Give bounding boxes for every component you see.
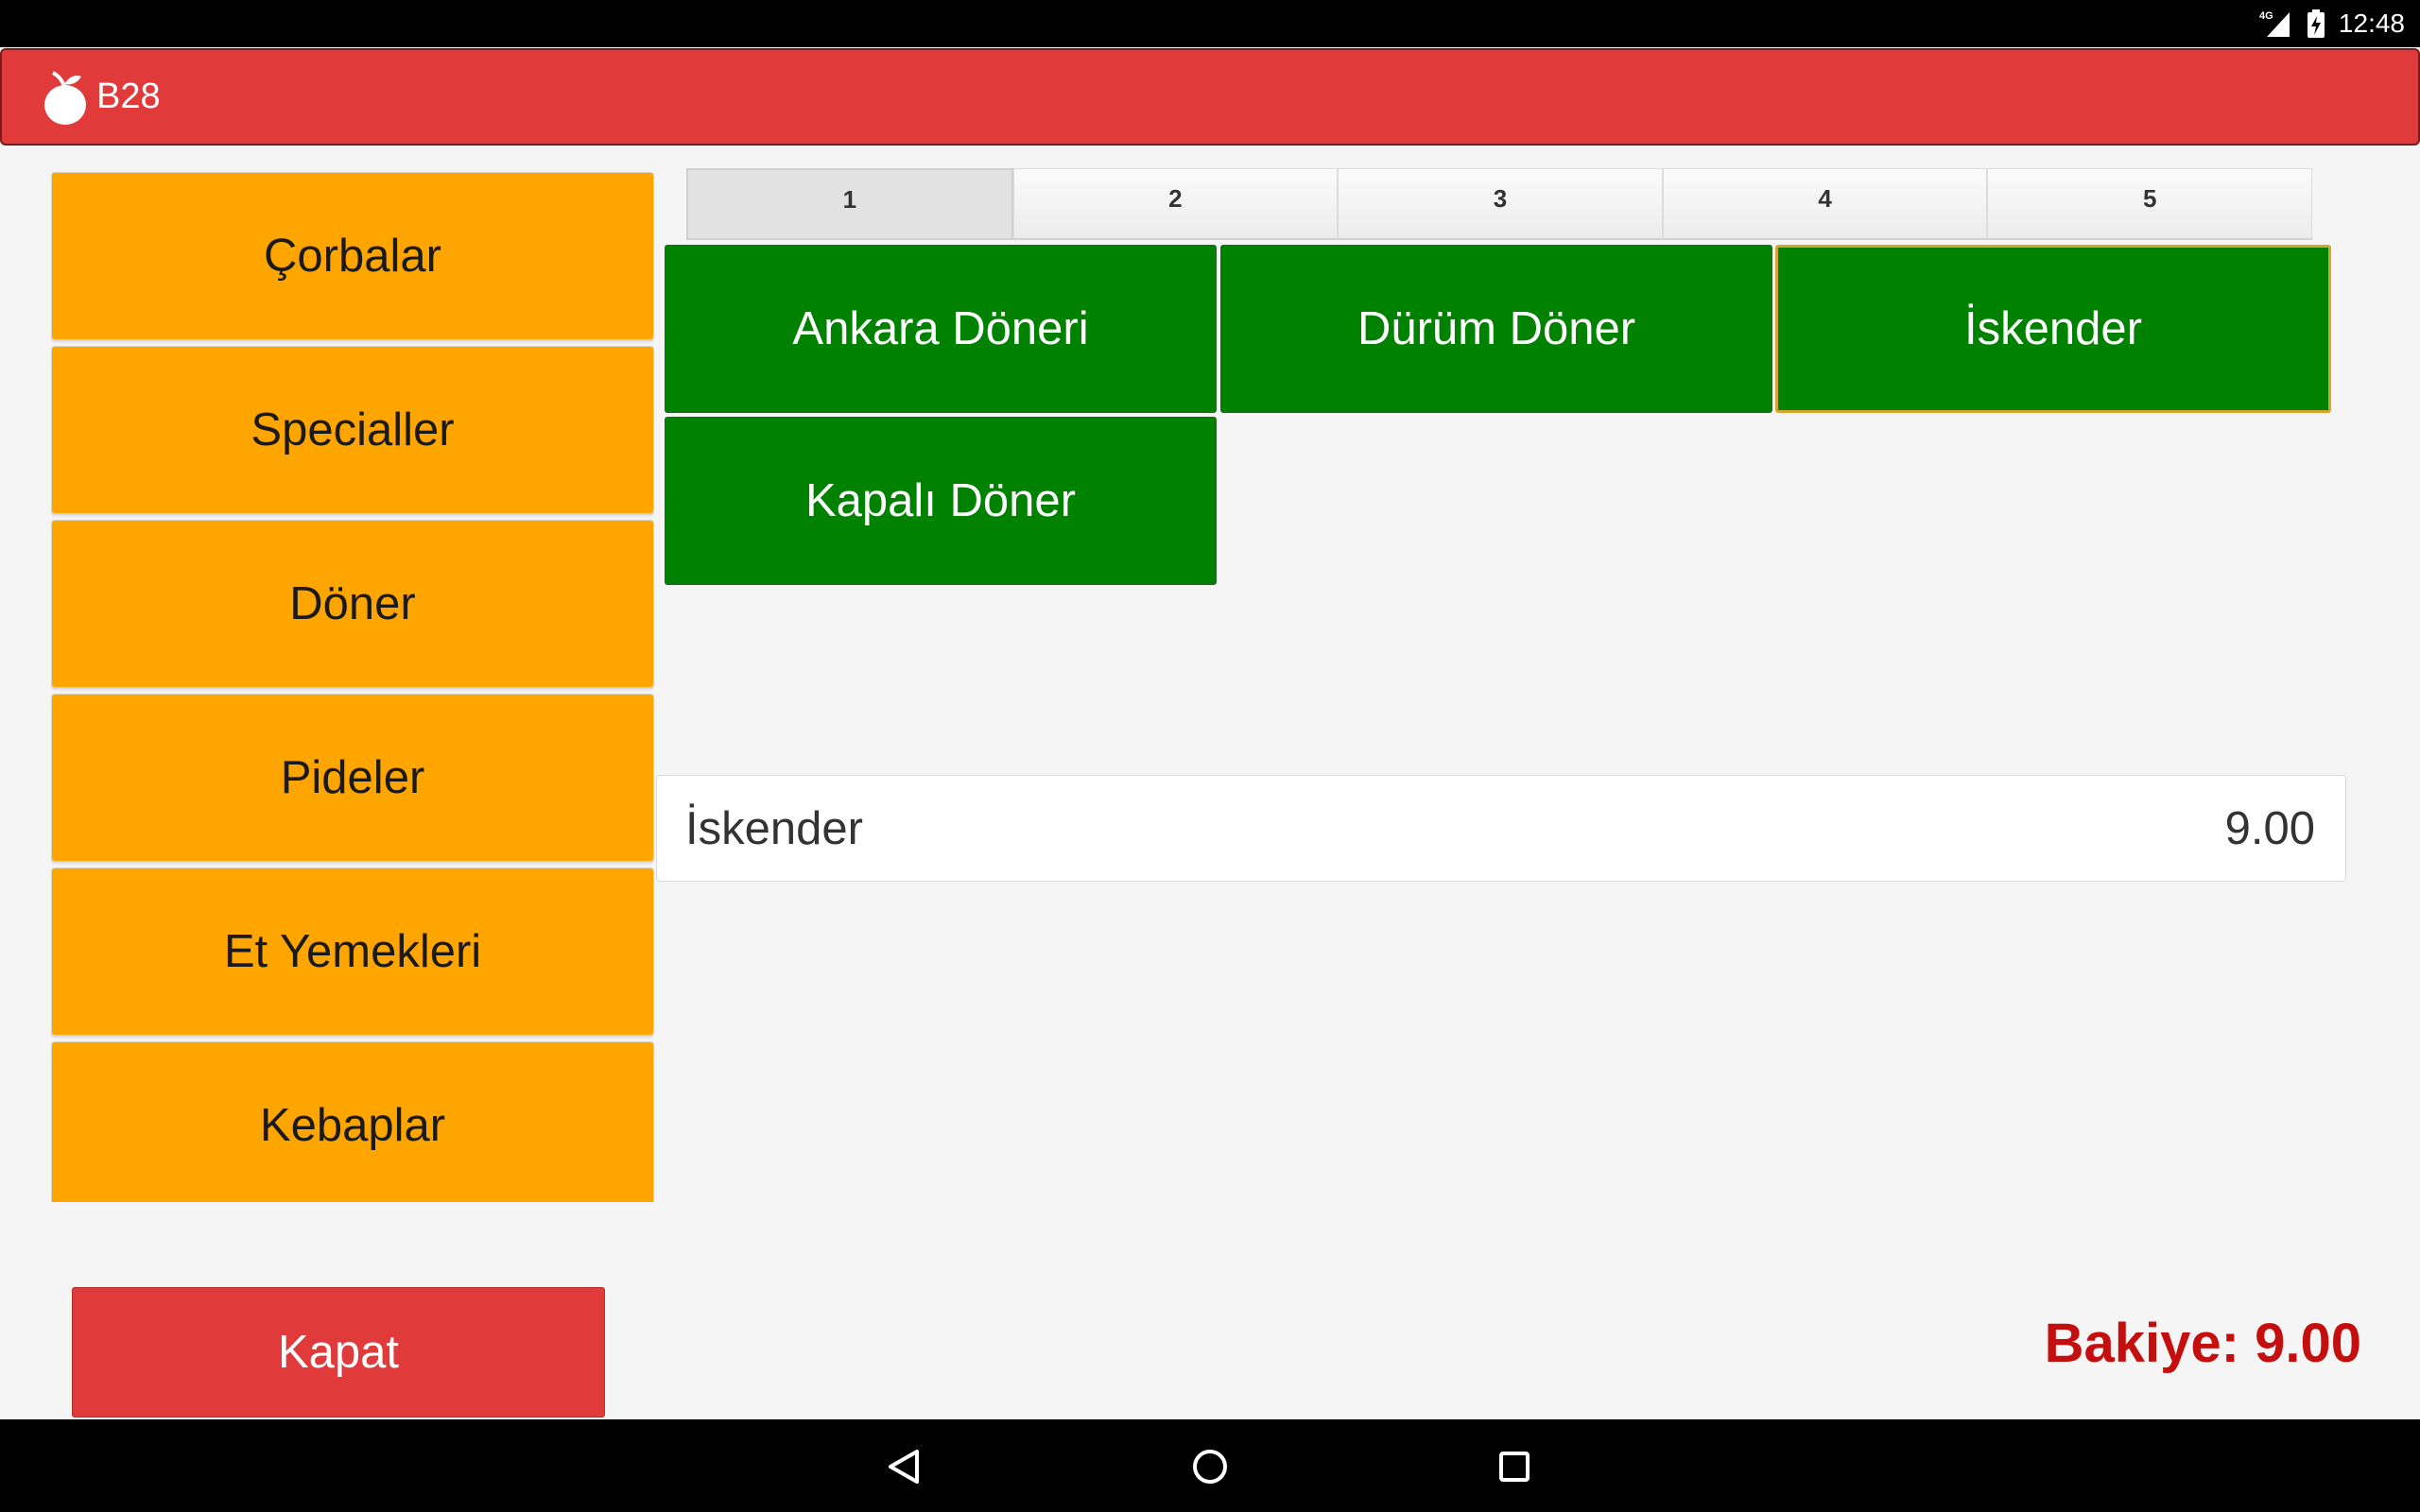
signal-4g-icon: 4G	[2259, 9, 2293, 39]
status-bar: 4G 12:48	[0, 0, 2420, 47]
network-type-label: 4G	[2259, 10, 2273, 22]
page-tab-5[interactable]: 5	[1987, 168, 2312, 240]
page-tab-1[interactable]: 1	[686, 168, 1013, 240]
order-line-item[interactable]: İskender 9.00	[656, 775, 2346, 882]
page-tab-3[interactable]: 3	[1338, 168, 1663, 240]
close-button[interactable]: Kapat	[72, 1287, 605, 1418]
order-item-name: İskender	[685, 802, 863, 854]
apple-logo-icon	[44, 70, 86, 125]
page-tab-2[interactable]: 2	[1012, 168, 1339, 240]
battery-charging-icon	[2307, 9, 2325, 39]
category-button-kebaplar[interactable]: Kebaplar	[51, 1041, 654, 1202]
category-button-pideler[interactable]: Pideler	[51, 694, 654, 862]
category-button-specialler[interactable]: Specialler	[51, 346, 654, 514]
category-button-et-yemekleri[interactable]: Et Yemekleri	[51, 868, 654, 1036]
back-icon[interactable]	[873, 1436, 934, 1497]
status-time: 12:48	[2338, 9, 2405, 38]
product-button-iskender[interactable]: İskender	[1775, 245, 2331, 413]
home-icon[interactable]	[1180, 1436, 1240, 1497]
product-button-kapali-doner[interactable]: Kapalı Döner	[665, 417, 1217, 585]
navigation-bar	[0, 1419, 2420, 1512]
product-button-durum-doner[interactable]: Dürüm Döner	[1220, 245, 1772, 413]
category-button-doner[interactable]: Döner	[51, 520, 654, 688]
product-button-ankara-doneri[interactable]: Ankara Döneri	[665, 245, 1217, 413]
category-sidebar[interactable]: Çorbalar Specialler Döner Pideler Et Yem…	[51, 172, 654, 1202]
category-button-corbalar[interactable]: Çorbalar	[51, 172, 654, 340]
order-item-price: 9.00	[2224, 802, 2315, 854]
app-title: B28	[96, 77, 161, 116]
app-header: B28	[0, 48, 2420, 146]
page-tabs: 1 2 3 4 5	[686, 168, 2312, 240]
recents-icon[interactable]	[1484, 1436, 1545, 1497]
balance-total: Bakiye: 9.00	[2044, 1313, 2361, 1374]
page-tab-4[interactable]: 4	[1662, 168, 1988, 240]
